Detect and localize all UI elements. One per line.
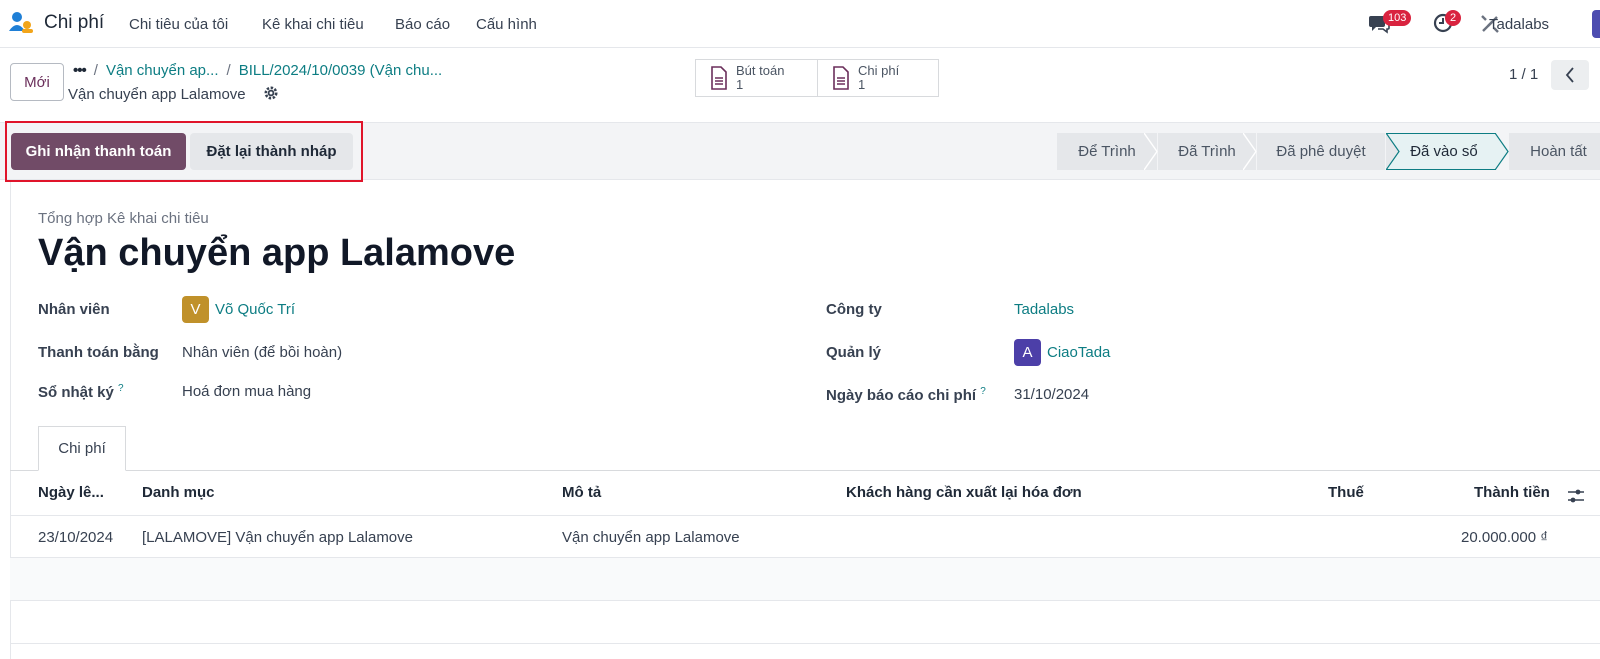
app-name[interactable]: Chi phí [44,12,104,34]
messages-badge: 103 [1383,10,1412,26]
company-switcher[interactable]: Tadalabs [1489,16,1549,33]
tab-divider [10,470,1600,471]
table-divider [10,515,1600,516]
column-header-total[interactable]: Thành tiền [1474,484,1550,501]
stage-separator [1144,133,1158,170]
stage-submitted[interactable]: Đã Trình [1158,133,1256,170]
gear-icon[interactable] [263,85,279,101]
stage-separator [1386,133,1400,170]
record-name: Vận chuyển app Lalamove [68,86,246,103]
employee-label: Nhân viên [38,301,110,318]
user-avatar[interactable] [1592,10,1600,38]
company-field[interactable]: Tadalabs [1014,301,1074,318]
manager-avatar: A [1014,339,1041,366]
document-icon [711,66,727,90]
manager-field[interactable]: CiaoTada [1047,344,1110,361]
column-header-tax[interactable]: Thuế [1328,484,1364,501]
stage-done[interactable]: Hoàn tất [1509,133,1600,170]
table-divider [10,643,1600,644]
smart-button-label: Chi phí [858,63,900,78]
smart-button-journal-entries[interactable]: Bút toán 1 [695,59,818,97]
cell-date[interactable]: 23/10/2024 [38,529,113,546]
column-header-category[interactable]: Danh mục [142,484,215,501]
empty-row [10,558,1600,600]
stage-approved[interactable]: Đã phê duyệt [1257,133,1385,170]
menu-configuration[interactable]: Cấu hình [476,16,537,33]
document-icon [833,66,849,90]
stage-separator [1243,133,1257,170]
menu-reporting[interactable]: Báo cáo [395,16,450,33]
stage-separator [1495,133,1509,170]
menu-my-expenses[interactable]: Chi tiêu của tôi [129,16,228,33]
breadcrumb-parent-report[interactable]: Vận chuyển ap... [106,62,219,79]
smart-button-expenses[interactable]: Chi phí 1 [817,59,939,97]
manager-label: Quản lý [826,344,882,361]
report-date-field[interactable]: 31/10/2024 [1014,386,1089,403]
breadcrumb-bill[interactable]: BILL/2024/10/0039 (Vận chu... [239,62,443,79]
employee-field[interactable]: Võ Quốc Trí [215,301,295,318]
help-icon[interactable]: ? [980,386,986,397]
employee-avatar: V [182,296,209,323]
cell-description[interactable]: Vận chuyển app Lalamove [562,529,740,546]
tab-expenses[interactable]: Chi phí [38,426,126,471]
breadcrumb-ellipsis[interactable]: ••• [73,62,87,79]
paid-by-label: Thanh toán bằng [38,344,159,361]
highlight-annotation [5,121,363,182]
help-icon[interactable]: ? [118,383,124,394]
column-header-date[interactable]: Ngày lê... [38,484,104,501]
column-header-reinvoice-customer[interactable]: Khách hàng cần xuất lại hóa đơn [846,484,1082,501]
form-subtitle: Tổng hợp Kê khai chi tiêu [38,210,209,227]
report-date-label: Ngày báo cáo chi phí ? [826,386,986,404]
smart-button-label: Bút toán [736,63,785,78]
cell-total[interactable]: 20.000.000 ₫ [1461,529,1548,546]
pager-value[interactable]: 1 / 1 [1509,66,1538,83]
smart-button-count: 1 [736,77,744,92]
activities-badge: 2 [1445,10,1462,26]
cell-category[interactable]: [LALAMOVE] Vận chuyển app Lalamove [142,529,413,546]
stage-posted-active[interactable]: Đã vào sổ [1386,133,1496,170]
top-navbar: Chi phí Chi tiêu của tôi Kê khai chi tiê… [0,0,1600,48]
breadcrumb: ••• / Vận chuyển ap... / BILL/2024/10/0039 (… [73,62,443,79]
stage-to-submit[interactable]: Để Trình [1057,133,1157,170]
table-divider [10,600,1600,601]
pager-previous-button[interactable] [1551,60,1589,90]
journal-field[interactable]: Hoá đơn mua hàng [182,383,311,400]
new-button[interactable]: Mới [10,63,64,101]
expenses-app-icon[interactable] [8,11,34,35]
column-header-description[interactable]: Mô tả [562,484,601,501]
journal-label: Sổ nhật ký ? [38,383,124,401]
company-label: Công ty [826,301,882,318]
form-title[interactable]: Vận chuyển app Lalamove [38,232,515,275]
menu-expense-reports[interactable]: Kê khai chi tiêu [262,16,364,33]
column-settings-icon[interactable] [1567,488,1585,504]
chevron-left-icon [1565,67,1574,83]
paid-by-field[interactable]: Nhân viên (để bồi hoàn) [182,344,342,361]
smart-button-count: 1 [858,77,866,92]
